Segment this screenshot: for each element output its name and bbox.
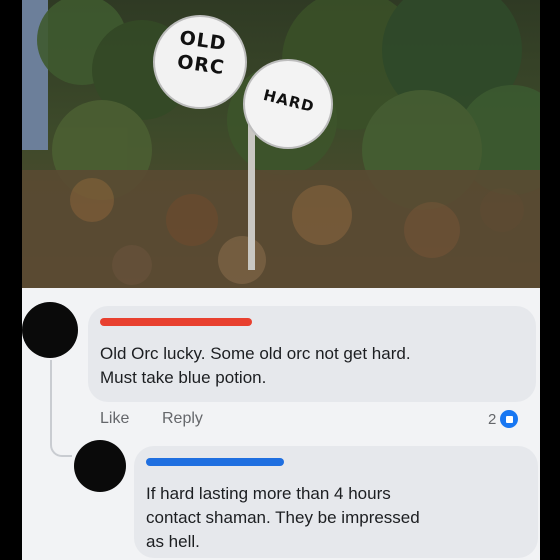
like-button[interactable]: Like bbox=[100, 410, 129, 428]
post-photo[interactable]: OLD ORC HARD bbox=[22, 0, 540, 288]
thread-connector bbox=[50, 360, 72, 457]
comment-text-line: Must take blue potion. bbox=[100, 368, 267, 387]
garden-photo bbox=[22, 0, 540, 288]
comment-text-line: Old Orc lucky. Some old orc not get hard… bbox=[100, 344, 411, 363]
reply-text-line: as hell. bbox=[146, 532, 200, 551]
reaction-count: 2 bbox=[488, 410, 497, 428]
reply-avatar[interactable] bbox=[74, 440, 126, 492]
redacted-author-name bbox=[100, 318, 252, 326]
reply-text-line: contact shaman. They be impressed bbox=[146, 508, 420, 527]
like-reaction-icon bbox=[500, 410, 519, 428]
reply-text-line: If hard lasting more than 4 hours bbox=[146, 484, 391, 503]
reaction-summary[interactable]: 2 bbox=[488, 410, 519, 428]
redacted-author-name bbox=[146, 458, 284, 466]
reply-button[interactable]: Reply bbox=[162, 410, 203, 428]
comment-bubble: Old Orc lucky. Some old orc not get hard… bbox=[88, 306, 536, 402]
avatar[interactable] bbox=[22, 302, 78, 358]
screenshot-frame: OLD ORC HARD Old Orc lucky. Some old orc… bbox=[22, 0, 540, 560]
reply-bubble: If hard lasting more than 4 hours contac… bbox=[134, 446, 538, 558]
